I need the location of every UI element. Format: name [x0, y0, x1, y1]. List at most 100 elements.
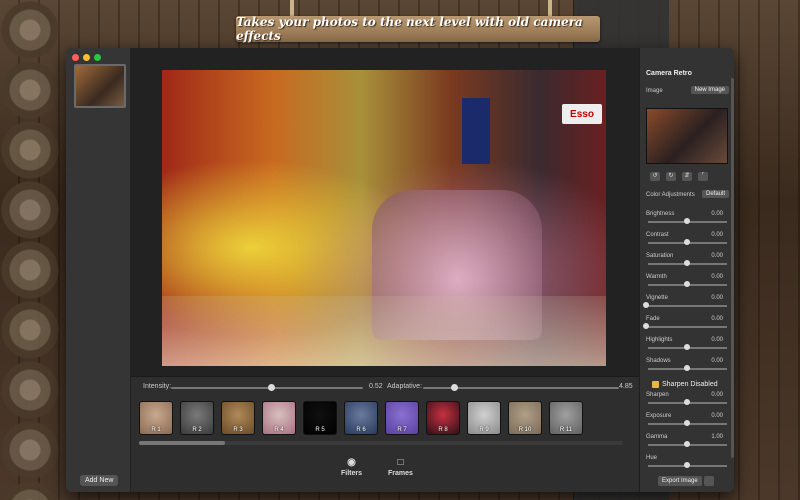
- filter-controls: Intensity: 0.52 Adaptative: 4.85 R 1R 2R…: [131, 376, 639, 492]
- adaptative-slider[interactable]: [423, 384, 619, 391]
- adjustment-sharpen: Sharpen 0.00: [646, 392, 727, 405]
- zoom-button[interactable]: [94, 54, 101, 61]
- panel-title: Camera Retro: [646, 70, 692, 77]
- adjustment-warmth: Warmth 0.00: [646, 274, 727, 287]
- filter-label: R 4: [274, 427, 284, 433]
- adjustment-slider-knob[interactable]: [683, 239, 690, 245]
- adjustment-contrast: Contrast 0.00: [646, 232, 727, 245]
- new-image-button[interactable]: New Image: [690, 86, 729, 94]
- adjustment-label: Hue: [646, 455, 658, 461]
- adjustments-panel: Camera Retro Image New Image ↺ ↻ ⇵ ⌜ Col…: [639, 48, 734, 492]
- mode-tabs: ◉ Filters □ Frames: [341, 456, 413, 478]
- adjustment-slider-knob[interactable]: [683, 260, 690, 266]
- adjustment-slider[interactable]: [648, 326, 727, 328]
- filter-label: R 2: [192, 427, 202, 433]
- adaptative-value: 4.85: [619, 383, 633, 390]
- rotate-left-icon[interactable]: ↺: [650, 172, 660, 181]
- adjustment-highlights: Highlights 0.00: [646, 337, 727, 350]
- intensity-slider[interactable]: [171, 384, 363, 391]
- image-thumbnail[interactable]: [74, 64, 126, 108]
- filter-label: R 6: [356, 427, 366, 433]
- frames-icon: □: [397, 456, 404, 468]
- intensity-slider-knob[interactable]: [267, 384, 275, 391]
- filter-thumb[interactable]: R 3: [221, 401, 255, 435]
- adjustment-slider-knob[interactable]: [683, 365, 690, 371]
- image-label: Image: [646, 88, 663, 94]
- filter-thumb[interactable]: R 6: [344, 401, 378, 435]
- filter-thumb[interactable]: R 4: [262, 401, 296, 435]
- sharpen-checkbox[interactable]: [652, 381, 659, 388]
- filter-thumb[interactable]: R 2: [180, 401, 214, 435]
- adjustment-slider-knob[interactable]: [683, 218, 690, 224]
- add-new-button[interactable]: Add New: [80, 475, 119, 486]
- filter-label: R 1: [151, 427, 161, 433]
- adaptative-label: Adaptative:: [387, 383, 423, 390]
- filter-scrollbar-thumb[interactable]: [139, 441, 225, 445]
- adjustment-slider-knob[interactable]: [683, 281, 690, 287]
- adjustment-slider-knob[interactable]: [683, 420, 690, 426]
- adjustment-gamma: Gamma 1.00: [646, 434, 727, 447]
- tab-filters[interactable]: ◉ Filters: [341, 456, 362, 478]
- sharpen-label: Sharpen Disabled: [662, 381, 718, 388]
- filter-scrollbar[interactable]: [139, 441, 623, 445]
- rotate-right-icon[interactable]: ↻: [666, 172, 676, 181]
- filter-thumb[interactable]: R 10: [508, 401, 542, 435]
- log-wall-left: [0, 0, 60, 500]
- adjustment-value: 0.00: [711, 392, 723, 398]
- crop-icon[interactable]: ⌜: [698, 172, 708, 181]
- filter-thumb[interactable]: R 5: [303, 401, 337, 435]
- sharpen-toggle[interactable]: Sharpen Disabled: [652, 381, 718, 388]
- editor-area: Esso Intensity: 0.52 Adaptative: 4.85 R …: [131, 48, 639, 492]
- photo-detail-panel: [462, 98, 490, 164]
- filter-strip: R 1 R 2 R 3 R 4 R 5 R 6 R 7 R 8 R 9 R 10 R 11: [139, 401, 583, 435]
- adjustment-slider-knob[interactable]: [643, 323, 649, 329]
- adjustment-vignette: Vignette 0.00: [643, 295, 727, 308]
- filter-label: R 9: [479, 427, 489, 433]
- photo-preview[interactable]: Esso: [162, 70, 606, 366]
- adjustment-value: 1.00: [711, 434, 723, 440]
- intensity-label: Intensity:: [143, 383, 172, 390]
- adjustment-slider-knob[interactable]: [643, 302, 649, 308]
- export-image-button[interactable]: Export Image: [658, 476, 702, 486]
- adjustment-slider-knob[interactable]: [683, 399, 690, 405]
- adjustment-value: 0.00: [711, 253, 723, 259]
- filters-icon: ◉: [347, 456, 356, 468]
- slider-row: Intensity: 0.52 Adaptative: 4.85: [143, 383, 633, 395]
- filter-label: R 5: [315, 427, 325, 433]
- adjustment-value: 0.00: [711, 413, 723, 419]
- adjustment-hue: Hue: [646, 455, 727, 468]
- default-button[interactable]: Default: [701, 190, 729, 198]
- tab-frames[interactable]: □ Frames: [388, 456, 413, 478]
- image-sidebar: Add New: [66, 48, 131, 492]
- share-icon[interactable]: [704, 476, 714, 486]
- adjustment-fade: Fade 0.00: [643, 316, 727, 329]
- preview-thumbnail: [646, 108, 728, 164]
- adjustment-value: 0.00: [711, 295, 723, 301]
- flip-icon[interactable]: ⇵: [682, 172, 692, 181]
- filter-label: R 11: [559, 427, 573, 433]
- close-button[interactable]: [72, 54, 79, 61]
- transform-tools: ↺ ↻ ⇵ ⌜: [650, 172, 708, 181]
- adaptative-slider-knob[interactable]: [451, 384, 459, 391]
- adjustment-slider[interactable]: [648, 305, 727, 307]
- panel-scrollbar[interactable]: [731, 78, 734, 458]
- filter-thumb[interactable]: R 1: [139, 401, 173, 435]
- filter-thumb[interactable]: R 9: [467, 401, 501, 435]
- photo-sign: Esso: [562, 104, 602, 124]
- adjustment-slider-knob[interactable]: [683, 462, 690, 468]
- filter-label: R 10: [518, 427, 532, 433]
- promo-banner: Takes your photos to the next level with…: [236, 15, 600, 43]
- adjustment-slider-knob[interactable]: [683, 441, 690, 447]
- adjustment-value: 0.00: [711, 358, 723, 364]
- filter-label: R 8: [438, 427, 448, 433]
- tab-frames-label: Frames: [388, 470, 413, 477]
- filter-thumb[interactable]: R 11: [549, 401, 583, 435]
- adjustment-exposure: Exposure 0.00: [646, 413, 727, 426]
- filter-label: R 3: [233, 427, 243, 433]
- filter-thumb[interactable]: R 8: [426, 401, 460, 435]
- adjustment-slider-knob[interactable]: [683, 344, 690, 350]
- adjustment-shadows: Shadows 0.00: [646, 358, 727, 371]
- filter-thumb[interactable]: R 7: [385, 401, 419, 435]
- minimize-button[interactable]: [83, 54, 90, 61]
- intensity-value: 0.52: [369, 383, 383, 390]
